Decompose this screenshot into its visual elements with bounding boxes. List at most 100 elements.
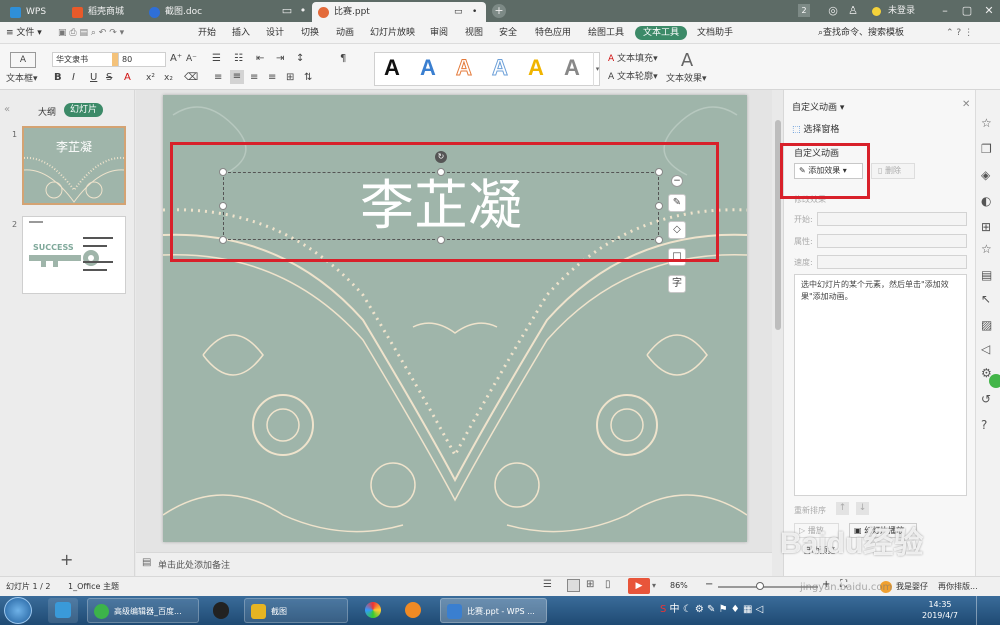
moon-icon[interactable]: ☾ — [683, 604, 692, 615]
subscript-icon[interactable]: x₂ — [164, 71, 173, 85]
normal-view-icon[interactable] — [567, 579, 580, 592]
clock[interactable]: 14:35 2019/4/7 — [912, 599, 968, 621]
bold-icon[interactable]: B — [54, 71, 62, 85]
zoom-slider-thumb[interactable] — [756, 582, 764, 590]
numbered-list-icon[interactable]: ☷ — [234, 52, 243, 66]
notification-badge[interactable]: 2 — [798, 4, 810, 17]
text-tool-icon[interactable]: 字 — [668, 275, 686, 293]
delete-button[interactable]: ▯ 删除 — [871, 163, 915, 179]
start-button-icon[interactable] — [4, 597, 32, 624]
text-style-gray[interactable]: A — [564, 55, 580, 81]
notes-placeholder[interactable]: 单击此处添加备注 — [158, 558, 230, 571]
taskbar-wps-ppt[interactable]: 比赛.ppt - WPS ... — [440, 598, 547, 623]
close-window-icon[interactable]: ✕ — [982, 4, 996, 18]
tray-icon[interactable]: ♦ — [731, 604, 740, 615]
sogou-icon[interactable]: S — [660, 604, 666, 615]
help-icon[interactable]: ? — [956, 28, 961, 38]
text-fill-button[interactable]: A 文本填充▾ — [608, 52, 658, 66]
text-style-blue[interactable]: A — [420, 55, 436, 81]
indent-icon[interactable]: ⇥ — [276, 52, 284, 66]
property-select[interactable] — [817, 234, 967, 248]
align-left-icon[interactable]: ≡ — [214, 71, 222, 85]
menu-start[interactable]: 开始 — [198, 26, 216, 40]
font-family-select[interactable]: 华文隶书 — [52, 52, 118, 67]
volume-icon[interactable]: ◁ — [756, 604, 764, 615]
language-icon[interactable]: 中 — [670, 604, 680, 615]
shapes-icon[interactable]: ◈ — [981, 168, 990, 182]
audio-icon[interactable]: ◁ — [981, 342, 990, 356]
print-icon[interactable]: ⎙ — [69, 28, 76, 38]
tab-contest-ppt[interactable]: 比赛.ppt ▭ • — [312, 2, 486, 22]
menu-animation[interactable]: 动画 — [336, 26, 354, 40]
minimize-icon[interactable]: – — [938, 4, 952, 18]
cursor-icon[interactable]: ↖ — [981, 292, 991, 306]
add-slide-icon[interactable]: + — [60, 550, 73, 569]
tab-outline[interactable]: 大纲 — [38, 105, 56, 118]
menu-security[interactable]: 安全 — [499, 26, 517, 40]
animation-list[interactable]: 选中幻灯片的某个元素，然后单击"添加效果"添加动画。 — [794, 274, 967, 496]
transition-icon[interactable]: ◐ — [981, 194, 991, 208]
text-effect-icon[interactable]: A — [675, 52, 699, 70]
start-select[interactable] — [817, 212, 967, 226]
more-options-icon[interactable]: ⋮ — [964, 28, 973, 38]
italic-icon[interactable]: I — [72, 71, 75, 85]
layout-assistant[interactable]: 再你排版... — [938, 581, 978, 592]
tab-wps[interactable]: WPS — [4, 2, 58, 22]
user-avatar-icon[interactable] — [872, 7, 881, 16]
show-desktop-button[interactable] — [976, 596, 1000, 625]
network-icon[interactable]: ▦ — [743, 604, 752, 615]
tab-screenshot-doc[interactable]: 截图.doc — [143, 2, 229, 22]
tool-icon[interactable]: ✎ — [707, 604, 715, 615]
tab-slides[interactable]: 幻灯片 — [64, 103, 104, 117]
menu-text-tools[interactable]: 文本工具 — [635, 26, 688, 40]
favorite-icon[interactable]: ☆ — [981, 242, 992, 256]
paragraph-icon[interactable]: ¶ — [340, 52, 346, 66]
maximize-icon[interactable]: ▢ — [960, 4, 974, 18]
tab-close-icon[interactable]: • — [296, 4, 310, 18]
menu-features[interactable]: 特色应用 — [535, 26, 571, 40]
image-icon[interactable]: ▨ — [981, 318, 992, 332]
underline-icon[interactable]: U — [90, 71, 97, 85]
notes-toggle-icon[interactable]: ☰ — [543, 579, 552, 590]
tab-close-icon[interactable]: • — [472, 2, 477, 22]
textbox-icon[interactable]: A — [10, 52, 36, 68]
text-style-gold[interactable]: A — [528, 55, 544, 81]
align-right-icon[interactable]: ≡ — [250, 71, 258, 85]
menu-slideshow[interactable]: 幻灯片放映 — [370, 26, 415, 40]
align-center-icon[interactable]: ≡ — [230, 70, 244, 84]
notes-bar[interactable]: ▤ 单击此处添加备注 — [136, 552, 772, 576]
slide-thumbnail-2[interactable]: SUCCESS — [22, 216, 126, 294]
settings-icon[interactable]: ⚙ — [695, 604, 704, 615]
new-tab-plus-icon[interactable]: + — [492, 4, 506, 18]
chevron-down-icon[interactable]: ▾ — [652, 581, 656, 590]
monitor-icon[interactable]: ▭ — [280, 4, 294, 18]
history-icon[interactable]: ↺ — [981, 392, 991, 406]
superscript-icon[interactable]: x² — [146, 71, 155, 85]
menu-transition[interactable]: 切换 — [301, 26, 319, 40]
reading-view-icon[interactable]: ▯ — [605, 579, 611, 590]
shrink-font-icon[interactable]: A⁻ — [186, 52, 197, 66]
tray-icon[interactable]: ⚑ — [719, 604, 728, 615]
menu-design[interactable]: 设计 — [266, 26, 284, 40]
line-spacing-icon[interactable]: ↕ — [296, 52, 304, 66]
star-icon[interactable]: ☆ — [981, 116, 992, 130]
clear-format-icon[interactable]: ⌫ — [184, 71, 198, 85]
export-pdf-icon[interactable]: ▤ — [981, 268, 992, 282]
redo-icon[interactable]: ↷ — [109, 28, 117, 38]
zoom-out-icon[interactable]: − — [705, 579, 713, 590]
strikethrough-icon[interactable]: S — [106, 71, 112, 85]
format-icon[interactable]: ❐ — [981, 142, 992, 156]
file-menu[interactable]: ≡ 文件 ▾ — [6, 26, 42, 40]
text-direction-icon[interactable]: ⇅ — [304, 71, 312, 85]
tab-docer-store[interactable]: 稻壳商城 — [66, 2, 136, 22]
collapse-pane-icon[interactable]: « — [4, 104, 10, 115]
taskbar-browser[interactable]: 高级编辑器_百度... — [87, 598, 199, 623]
pinned-app[interactable] — [48, 598, 78, 623]
font-size-select[interactable]: 80 — [118, 52, 166, 67]
collapse-ribbon-icon[interactable]: ⌃ — [946, 28, 954, 38]
font-color-icon[interactable]: A — [124, 71, 131, 85]
taskbar-folder[interactable]: 截图 — [244, 598, 348, 623]
sorter-view-icon[interactable]: ⊞ — [586, 579, 594, 590]
pinned-paint[interactable] — [358, 598, 388, 623]
print-preview-icon[interactable]: ⌕ — [91, 28, 96, 38]
